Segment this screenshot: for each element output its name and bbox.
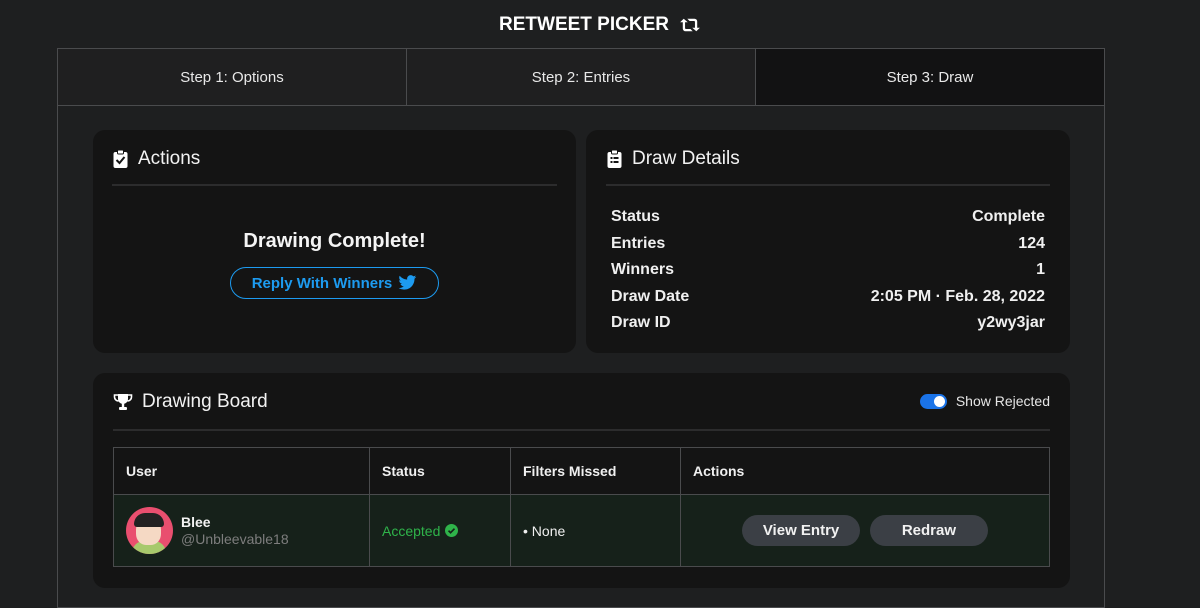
user-handle[interactable]: @Unbleevable18 [181,531,289,547]
detail-value: y2wy3jar [977,314,1045,332]
status-badge: Accepted [382,523,498,539]
detail-value: Complete [972,208,1045,226]
detail-label: Draw ID [611,314,671,332]
actions-header: Actions [112,130,557,186]
status-cell: Accepted [369,494,511,567]
clipboard-list-icon [607,150,622,168]
redraw-button[interactable]: Redraw [869,515,988,546]
actions-card: Actions Drawing Complete! Reply With Win… [93,130,576,353]
status-text: Accepted [382,522,441,539]
detail-label: Status [611,208,660,226]
check-circle-icon [445,524,459,537]
details-list: Status Complete Entries 124 Winners 1 Dr… [606,204,1050,337]
show-rejected-label: Show Rejected [955,393,1050,409]
detail-row-status: Status Complete [611,204,1045,231]
avatar[interactable] [126,507,173,554]
drawing-board-card: Drawing Board Show Rejected User Status … [93,373,1070,588]
draw-details-header: Draw Details [606,130,1050,186]
reply-button-label: Reply With Winners [251,274,393,292]
detail-row-draw-date: Draw Date 2:05 PM · Feb. 28, 2022 [611,284,1045,311]
trophy-icon [113,394,133,410]
detail-value: 2:05 PM · Feb. 28, 2022 [870,287,1045,305]
retweet-icon [680,18,700,32]
drawing-board-title-text: Drawing Board [142,391,268,412]
detail-label: Winners [611,261,674,279]
row-actions-cell: View Entry Redraw [680,494,1050,567]
drawing-board-header: Drawing Board Show Rejected [113,373,1050,431]
clipboard-check-icon [113,150,128,168]
reply-with-winners-button[interactable]: Reply With Winners [230,267,439,299]
drawing-complete-title: Drawing Complete! [243,230,426,252]
app-title-text: RETWEET PICKER [499,14,669,35]
detail-value: 1 [1036,261,1045,279]
twitter-icon [398,275,417,290]
detail-value: 124 [1018,234,1045,252]
user-name: Blee [181,514,211,530]
table-header-row: User Status Filters Missed Actions [113,447,1050,495]
user-cell: Blee @Unbleevable18 [113,494,370,567]
detail-row-draw-id: Draw ID y2wy3jar [611,310,1045,337]
filters-missed-cell: • None [510,494,681,567]
tab-step-draw[interactable]: Step 3: Draw [756,49,1104,105]
column-header-filters-missed: Filters Missed [510,447,681,495]
draw-details-title: Draw Details [632,148,740,169]
entries-table: User Status Filters Missed Actions Blee … [113,447,1050,567]
detail-row-winners: Winners 1 [611,257,1045,284]
column-header-user: User [113,447,370,495]
column-header-status: Status [369,447,511,495]
tab-step-entries[interactable]: Step 2: Entries [407,49,756,105]
detail-row-entries: Entries 124 [611,231,1045,258]
view-entry-button[interactable]: View Entry [742,515,861,546]
actions-title: Actions [138,148,201,169]
draw-details-card: Draw Details Status Complete Entries 124… [586,130,1070,353]
tab-step-options[interactable]: Step 1: Options [58,49,407,105]
show-rejected-toggle[interactable] [919,393,947,409]
table-row: Blee @Unbleevable18 Accepted • None View… [113,494,1050,567]
drawing-board-title: Drawing Board [113,389,268,413]
column-header-actions: Actions [680,447,1050,495]
detail-label: Entries [611,234,666,252]
show-rejected-control: Show Rejected [919,393,1050,409]
detail-label: Draw Date [611,287,690,305]
app-title: RETWEET PICKER [0,14,1200,36]
step-tabs: Step 1: Options Step 2: Entries Step 3: … [58,49,1104,106]
